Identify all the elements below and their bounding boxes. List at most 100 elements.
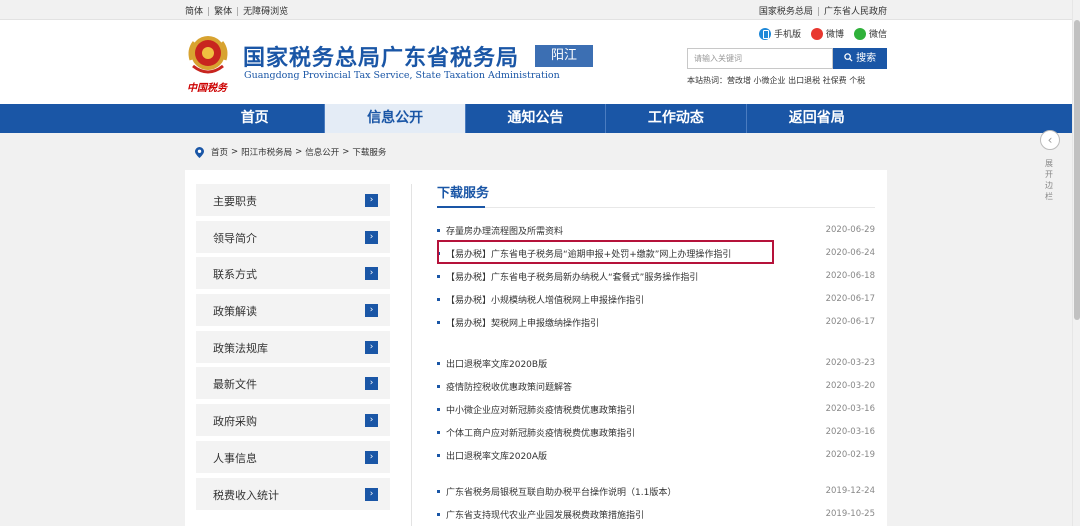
nav-notices[interactable]: 通知公告 — [466, 104, 607, 133]
list-item[interactable]: 出口退税率文库2020A版 2020-02-19 — [437, 448, 875, 464]
bullet-icon — [437, 513, 440, 516]
social-links: 手机版 微博 微信 — [758, 27, 887, 40]
search-input[interactable]: 请输入关键词 — [687, 48, 833, 69]
list-item-title[interactable]: 【易办税】小规模纳税人增值税网上申报操作指引 — [446, 293, 644, 306]
list-item[interactable]: 中小微企业应对新冠肺炎疫情税费优惠政策指引 2020-03-16 — [437, 402, 875, 418]
list-item-title[interactable]: 个体工商户应对新冠肺炎疫情税费优惠政策指引 — [446, 426, 635, 439]
list-item-date: 2020-03-23 — [825, 358, 875, 368]
list-item[interactable]: 个体工商户应对新冠肺炎疫情税费优惠政策指引 2020-03-16 — [437, 425, 875, 441]
scrollbar[interactable] — [1072, 0, 1080, 526]
hot-word[interactable]: 个税 — [849, 76, 865, 85]
sidebar-item-duties[interactable]: 主要职责 › — [196, 184, 390, 216]
breadcrumb: 首页 > 阳江市税务局 > 信息公开 > 下载服务 — [195, 146, 386, 158]
breadcrumb-home[interactable]: 首页 — [211, 146, 228, 158]
gd-gov-link[interactable]: 广东省人民政府 — [824, 7, 887, 17]
list-item-title[interactable]: 中小微企业应对新冠肺炎疫情税费优惠政策指引 — [446, 403, 635, 416]
bullet-icon — [437, 275, 440, 278]
hot-word[interactable]: 小微企业 — [754, 76, 786, 85]
bullet-icon — [437, 454, 440, 457]
list-item-title[interactable]: 【易办税】契税网上申报缴纳操作指引 — [446, 316, 599, 329]
bullet-icon — [437, 408, 440, 411]
bullet-icon — [437, 490, 440, 493]
sat-link[interactable]: 国家税务总局 — [759, 7, 813, 17]
sidebar-item-regulations[interactable]: 政策法规库 › — [196, 330, 390, 363]
hot-word[interactable]: 营改增 — [727, 76, 751, 85]
search-button[interactable]: 搜索 — [833, 48, 887, 69]
list-item[interactable]: 【易办税】契税网上申报缴纳操作指引 2020-06-17 — [437, 315, 875, 331]
sidebar-item-revenue-stats[interactable]: 税费收入统计 › — [196, 477, 390, 510]
sidebar-item-procurement[interactable]: 政府采购 › — [196, 404, 390, 437]
list-item-date: 2020-06-18 — [825, 271, 875, 281]
list-item-title[interactable]: 疫情防控税收优惠政策问题解答 — [446, 380, 572, 393]
weibo-icon — [810, 27, 823, 40]
hot-word[interactable]: 社保费 — [823, 76, 847, 85]
list-item-date: 2019-10-25 — [825, 509, 875, 519]
nav-back-province[interactable]: 返回省局 — [747, 104, 887, 133]
sidebar-item-personnel[interactable]: 人事信息 › — [196, 440, 390, 473]
wechat-icon — [853, 27, 866, 40]
nav-work-news[interactable]: 工作动态 — [606, 104, 747, 133]
chevron-right-icon: › — [365, 267, 378, 281]
bullet-icon — [437, 385, 440, 388]
list-item-title[interactable]: 出口退税率文库2020B版 — [446, 357, 547, 370]
list-item-title[interactable]: 广东省支持现代农业产业园发展税费政策措施指引 — [446, 508, 644, 521]
chevron-right-icon: › — [365, 340, 378, 354]
list-item-date: 2020-06-17 — [825, 294, 875, 304]
sidebar-item-leaders[interactable]: 领导简介 › — [196, 220, 390, 253]
list-item-title[interactable]: 存量房办理流程图及所需资料 — [446, 224, 563, 237]
list-item-date: 2020-06-24 — [825, 248, 875, 258]
wechat-link[interactable]: 微信 — [853, 27, 887, 40]
list-item[interactable]: 广东省税务局银税互联自助办税平台操作说明（1.1版本） 2019-12-24 — [437, 484, 875, 500]
list-item[interactable]: 【易办税】小规模纳税人增值税网上申报操作指引 2020-06-17 — [437, 292, 875, 308]
content-panel: 主要职责 › 领导简介 › 联系方式 › 政策解读 › 政策法规库 › 最新文件 › 政府采… — [185, 170, 887, 526]
breadcrumb-current[interactable]: 下载服务 — [352, 146, 386, 158]
list-item[interactable]: 广东省支持现代农业产业园发展税费政策措施指引 2019-10-25 — [437, 507, 875, 523]
accessibility-link[interactable]: 无障碍浏览 — [243, 7, 288, 17]
chevron-right-icon: › — [365, 304, 378, 318]
nav-info-disclosure[interactable]: 信息公开 — [325, 104, 466, 133]
list-item[interactable]: 【易办税】广东省电子税务局新办纳税人“套餐式”服务操作指引 2020-06-18 — [437, 269, 875, 285]
hot-words: 本站热词：营改增 小微企业 出口退税 社保费 个税 — [687, 76, 866, 85]
divider — [411, 184, 412, 526]
traditional-link[interactable]: 繁体 — [214, 7, 232, 17]
site-header: 中国税务 国家税务总局广东省税务局 Guangdong Provincial T… — [0, 20, 1080, 104]
sidebar-item-latest-files[interactable]: 最新文件 › — [196, 367, 390, 400]
sidebar-menu: 主要职责 › 领导简介 › 联系方式 › 政策解读 › 政策法规库 › 最新文件 › 政府采… — [196, 184, 390, 514]
hot-word[interactable]: 出口退税 — [788, 76, 820, 85]
sidebar-item-contact[interactable]: 联系方式 › — [196, 257, 390, 290]
site-title[interactable]: 国家税务总局广东省税务局 — [243, 40, 519, 72]
region-badge: 阳江 — [535, 45, 593, 67]
top-bar: 简体 | 繁体 | 无障碍浏览 国家税务总局 | 广东省人民政府 — [0, 0, 1080, 20]
weibo-link[interactable]: 微博 — [810, 27, 844, 40]
list-item-title[interactable]: 【易办税】广东省电子税务局新办纳税人“套餐式”服务操作指引 — [446, 270, 698, 283]
highlight-box — [437, 240, 774, 264]
simplified-link[interactable]: 简体 — [185, 7, 203, 17]
mobile-icon — [758, 27, 771, 40]
chevron-right-icon: › — [365, 487, 378, 501]
sidebar-item-policy-interpretation[interactable]: 政策解读 › — [196, 294, 390, 327]
mobile-link[interactable]: 手机版 — [758, 27, 801, 40]
bullet-icon — [437, 362, 440, 365]
bullet-icon — [437, 431, 440, 434]
logo-text: 中国税务 — [187, 83, 227, 94]
top-left-links: 简体 | 繁体 | 无障碍浏览 — [185, 7, 289, 17]
sidebar-toggle-button[interactable]: ‹ — [1040, 130, 1060, 150]
location-pin-icon — [195, 146, 204, 158]
breadcrumb-info[interactable]: 信息公开 — [305, 146, 339, 158]
list-item-title[interactable]: 广东省税务局银税互联自助办税平台操作说明（1.1版本） — [446, 485, 676, 498]
list-item-title[interactable]: 出口退税率文库2020A版 — [446, 449, 547, 462]
list-item-date: 2019-12-24 — [825, 486, 875, 496]
chevron-right-icon: › — [365, 414, 378, 428]
nav-home[interactable]: 首页 — [185, 104, 326, 133]
bullet-icon — [437, 321, 440, 324]
scrollbar-thumb[interactable] — [1074, 20, 1080, 320]
list-item[interactable]: 出口退税率文库2020B版 2020-03-23 — [437, 356, 875, 372]
list-item-date: 2020-06-17 — [825, 317, 875, 327]
chevron-right-icon: › — [365, 450, 378, 464]
list-item[interactable]: 疫情防控税收优惠政策问题解答 2020-03-20 — [437, 379, 875, 395]
breadcrumb-yangjiang[interactable]: 阳江市税务局 — [241, 146, 292, 158]
list-item[interactable]: 存量房办理流程图及所需资料 2020-06-29 — [437, 223, 875, 239]
chevron-right-icon: › — [365, 377, 378, 391]
tax-emblem-icon[interactable] — [185, 32, 231, 78]
main-nav: 首页 信息公开 通知公告 工作动态 返回省局 — [0, 104, 1080, 133]
